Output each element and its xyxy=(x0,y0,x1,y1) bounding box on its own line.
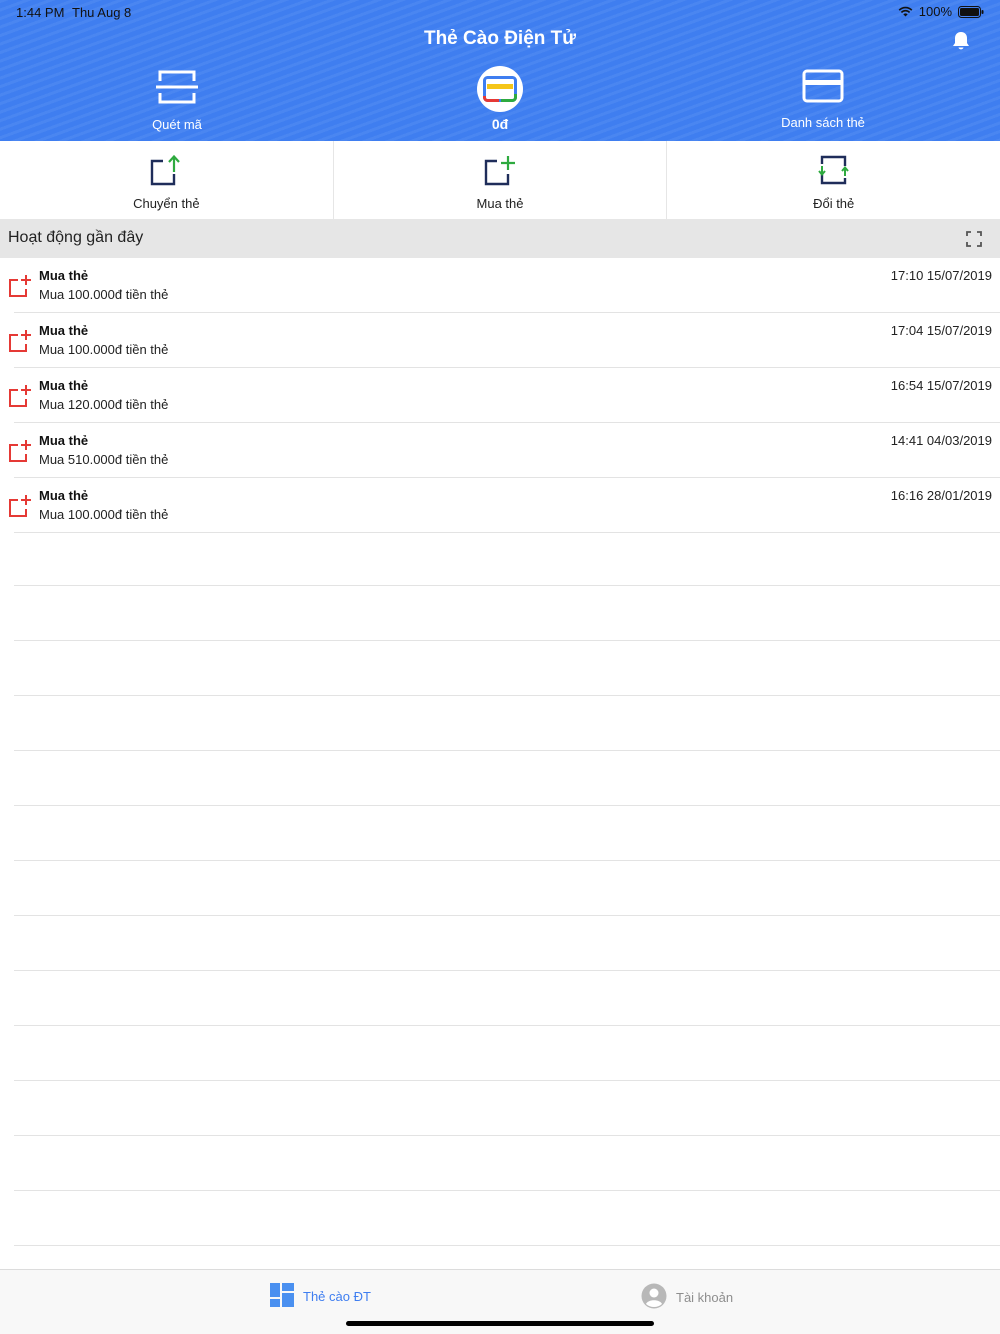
buy-card-icon xyxy=(8,494,32,523)
transfer-card-button[interactable]: Chuyển thẻ xyxy=(0,141,334,219)
transfer-card-icon xyxy=(0,154,333,186)
grid-icon xyxy=(270,1283,294,1310)
activity-time: 16:54 15/07/2019 xyxy=(890,378,992,393)
wifi-icon xyxy=(898,6,913,17)
scan-label: Quét mã xyxy=(152,117,202,132)
user-icon xyxy=(641,1283,667,1312)
card-list-label: Danh sách thẻ xyxy=(781,115,865,130)
tab-home-label: Thẻ cào ĐT xyxy=(303,1289,371,1304)
scan-button[interactable]: Quét mã xyxy=(97,68,257,132)
card-color-icon xyxy=(477,66,523,112)
balance-display[interactable]: 0đ xyxy=(450,66,550,132)
activity-title: Mua thẻ xyxy=(39,378,89,393)
activity-row[interactable]: Mua thẻ Mua 100.000đ tiền thẻ 17:10 15/0… xyxy=(9,258,1000,313)
tab-account-label: Tài khoản xyxy=(676,1290,734,1305)
activity-time: 17:10 15/07/2019 xyxy=(890,268,992,283)
activity-time: 14:41 04/03/2019 xyxy=(890,433,992,448)
activity-title: Mua thẻ xyxy=(39,488,89,503)
scan-icon xyxy=(155,70,199,110)
home-indicator xyxy=(346,1321,654,1326)
status-date: Thu Aug 8 xyxy=(72,5,132,20)
page-title: Thẻ Cào Điện Tử xyxy=(423,28,577,49)
app-header: 1:44 PM Thu Aug 8 100% Thẻ Cào Điện Tử Q… xyxy=(0,0,1000,141)
activity-title: Mua thẻ xyxy=(39,433,89,448)
transfer-label: Chuyển thẻ xyxy=(133,196,200,211)
recent-activity-header: Hoạt động gần đây xyxy=(0,219,1000,258)
tab-home[interactable]: Thẻ cào ĐT xyxy=(270,1283,371,1310)
tab-account[interactable]: Tài khoản xyxy=(641,1283,733,1312)
quick-actions: Chuyển thẻ Mua thẻ Đổi thẻ xyxy=(0,141,1000,219)
activity-time: 17:04 15/07/2019 xyxy=(890,323,992,338)
activity-desc: Mua 510.000đ tiền thẻ xyxy=(39,452,169,467)
buy-card-button[interactable]: Mua thẻ xyxy=(334,141,668,219)
activity-row[interactable]: Mua thẻ Mua 100.000đ tiền thẻ 17:04 15/0… xyxy=(9,313,1000,368)
buy-card-icon xyxy=(334,154,667,186)
expand-icon[interactable] xyxy=(966,231,982,252)
activity-row[interactable]: Mua thẻ Mua 120.000đ tiền thẻ 16:54 15/0… xyxy=(9,368,1000,423)
activity-title: Mua thẻ xyxy=(39,268,89,283)
buy-label: Mua thẻ xyxy=(476,196,524,211)
activity-row[interactable]: Mua thẻ Mua 510.000đ tiền thẻ 14:41 04/0… xyxy=(9,423,1000,478)
status-indicators: 100% xyxy=(898,4,984,19)
card-list-button[interactable]: Danh sách thẻ xyxy=(743,68,903,130)
balance-value: 0đ xyxy=(491,116,509,132)
buy-card-icon xyxy=(8,329,32,358)
status-bar: 1:44 PM Thu Aug 8 100% xyxy=(0,0,1000,24)
activity-title: Mua thẻ xyxy=(39,323,89,338)
buy-card-icon xyxy=(8,439,32,468)
card-icon xyxy=(802,69,844,108)
activity-time: 16:16 28/01/2019 xyxy=(890,488,992,503)
battery-percent: 100% xyxy=(918,4,952,19)
buy-card-icon xyxy=(8,384,32,413)
activity-row[interactable]: Mua thẻ Mua 100.000đ tiền thẻ 16:16 28/0… xyxy=(9,478,1000,533)
status-time: 1:44 PM xyxy=(16,5,65,20)
activity-desc: Mua 120.000đ tiền thẻ xyxy=(39,397,169,412)
empty-list-area xyxy=(14,531,1000,1261)
section-title: Hoạt động gần đây xyxy=(8,229,144,246)
activity-desc: Mua 100.000đ tiền thẻ xyxy=(39,507,169,522)
activity-list: Mua thẻ Mua 100.000đ tiền thẻ 17:10 15/0… xyxy=(0,258,1000,533)
activity-desc: Mua 100.000đ tiền thẻ xyxy=(39,342,169,357)
buy-card-icon xyxy=(8,274,32,303)
bell-icon[interactable] xyxy=(950,30,972,57)
battery-icon xyxy=(958,5,984,18)
exchange-card-button[interactable]: Đổi thẻ xyxy=(667,141,1000,219)
exchange-card-icon xyxy=(667,154,1000,186)
exchange-label: Đổi thẻ xyxy=(813,196,855,211)
activity-desc: Mua 100.000đ tiền thẻ xyxy=(39,287,169,302)
